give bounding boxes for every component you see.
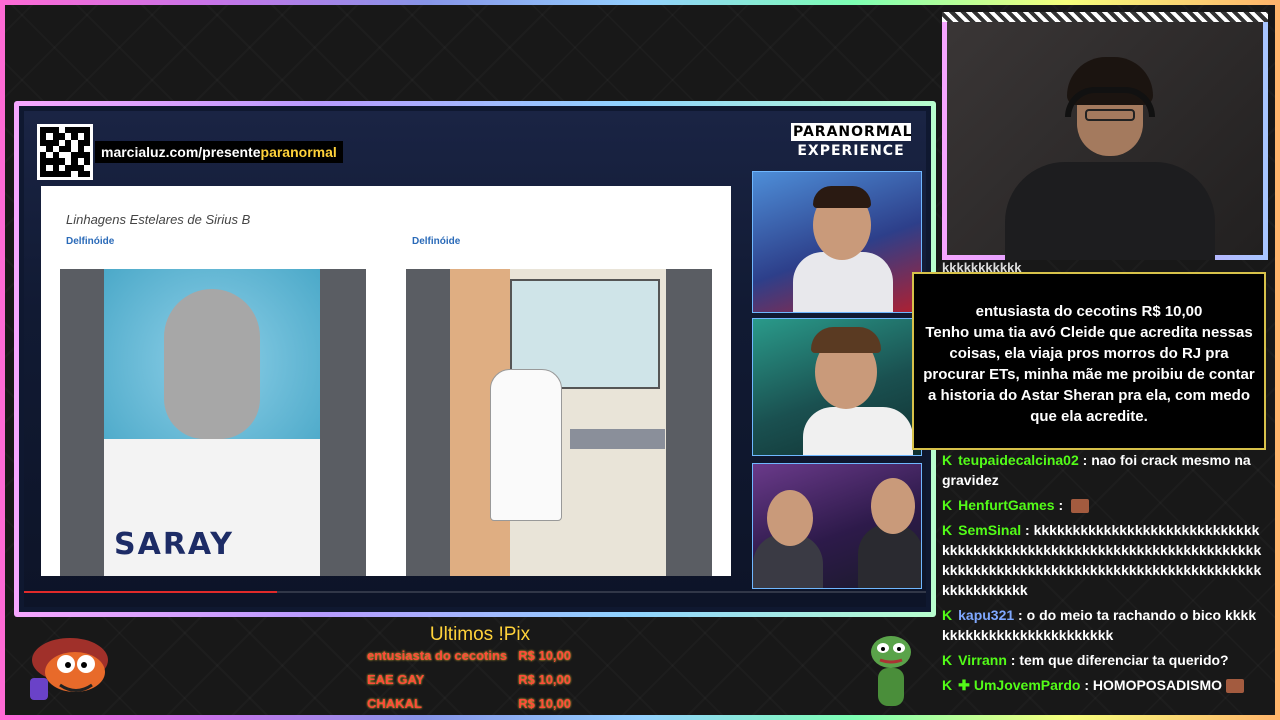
main-video-frame: marcialuz.com/presenteparanormal PARANOR… (14, 101, 936, 617)
sponsor-url: marcialuz.com/presenteparanormal (95, 141, 343, 163)
chat-message: K Virrann : tem que diferenciar ta querid… (942, 652, 1229, 668)
slide-left-label: Delfinóide (66, 236, 115, 247)
chat-message: K ✚ UmJovemPardo : HOMOPOSADISMO (942, 675, 1263, 695)
subscriber-badge-icon: ✚ (958, 677, 970, 693)
pix-amount: R$ 10,00 (518, 672, 571, 687)
chat-emote-icon (1226, 679, 1245, 694)
pix-amount: R$ 10,00 (518, 696, 571, 711)
slide-right-label: Delfinóide (412, 236, 461, 247)
slide-title: Linhagens Estelares de Sirius B (66, 212, 251, 227)
artwork-left: SARAY (60, 269, 366, 576)
pix-title: Ultimos !Pix (429, 624, 531, 645)
artwork-caption: SARAY (114, 527, 234, 562)
chat-message: K HenfurtGames : (942, 495, 1263, 515)
guest-camera-3 (752, 463, 922, 589)
logo-line-2: EXPERIENCE (797, 143, 905, 159)
chat-username[interactable]: kapu321 (958, 607, 1014, 623)
playback-progress[interactable] (24, 591, 926, 593)
donation-alert: entusiasta do cecotins R$ 10,00 Tenho um… (912, 272, 1266, 450)
url-prefix: marcialuz.com/presente (101, 144, 261, 160)
pepe-frog-icon (871, 636, 911, 706)
pix-amount: R$ 10,00 (518, 648, 571, 663)
kick-badge-icon: K (942, 522, 953, 538)
alien-head-drawing (164, 289, 260, 439)
pix-entry: CHAKAL R$ 10,00 (367, 696, 577, 711)
show-logo: PARANORMAL EXPERIENCE (791, 123, 913, 159)
qr-code (37, 124, 93, 180)
kick-badge-icon: K (942, 677, 953, 693)
chat-username[interactable]: SemSinal (958, 522, 1021, 538)
mascot-left-icon (30, 638, 108, 700)
chat-username[interactable]: HenfurtGames (958, 497, 1054, 513)
pix-entry: EAE GAY R$ 10,00 (367, 672, 577, 687)
streamer-webcam (942, 12, 1268, 260)
presentation-slide: Linhagens Estelares de Sirius B Delfinói… (41, 186, 731, 576)
pix-name: entusiasta do cecotins (367, 648, 508, 663)
chat-emote-icon (1071, 499, 1090, 514)
kick-badge-icon: K (942, 652, 953, 668)
chat-text: HOMOPOSADISMO (1092, 677, 1223, 693)
main-video[interactable]: marcialuz.com/presenteparanormal PARANOR… (24, 111, 926, 607)
webcam-checker-border (942, 12, 1268, 22)
donation-message: Tenho uma tia avó Cleide que acredita ne… (923, 324, 1255, 425)
pix-name: CHAKAL (367, 696, 422, 711)
chat-message: K SemSinal : kkkkkkkkkkkkkkkkkkkkkkkkkkkk… (942, 522, 1262, 598)
url-highlight: paranormal (260, 144, 337, 160)
guest-camera-2 (752, 318, 922, 456)
chat-text: tem que diferenciar ta querido? (1019, 652, 1229, 668)
kick-badge-icon: K (942, 497, 953, 513)
kick-badge-icon: K (942, 607, 953, 623)
pix-name: EAE GAY (367, 672, 425, 687)
chat-message: Kteupaidecalcina02 : nao foi crack mesmo… (942, 452, 1251, 488)
kick-badge-icon: K (942, 452, 953, 468)
chat-message: Kkapu321 : o do meio ta rachando o bico … (942, 607, 1257, 643)
pix-entry: entusiasta do cecotins R$ 10,00 (367, 648, 577, 663)
logo-line-1: PARANORMAL (791, 123, 913, 141)
donation-header: entusiasta do cecotins R$ 10,00 (975, 303, 1203, 320)
artwork-right (406, 269, 712, 576)
chat-message-list: Kteupaidecalcina02 : nao foi crack mesmo… (942, 450, 1263, 700)
chat-username[interactable]: teupaidecalcina02 (958, 452, 1079, 468)
guest-camera-1 (752, 171, 922, 313)
chat-username[interactable]: Virrann (958, 652, 1007, 668)
chat-username[interactable]: UmJovemPardo (974, 677, 1081, 693)
lab-coat-figure (490, 369, 562, 521)
